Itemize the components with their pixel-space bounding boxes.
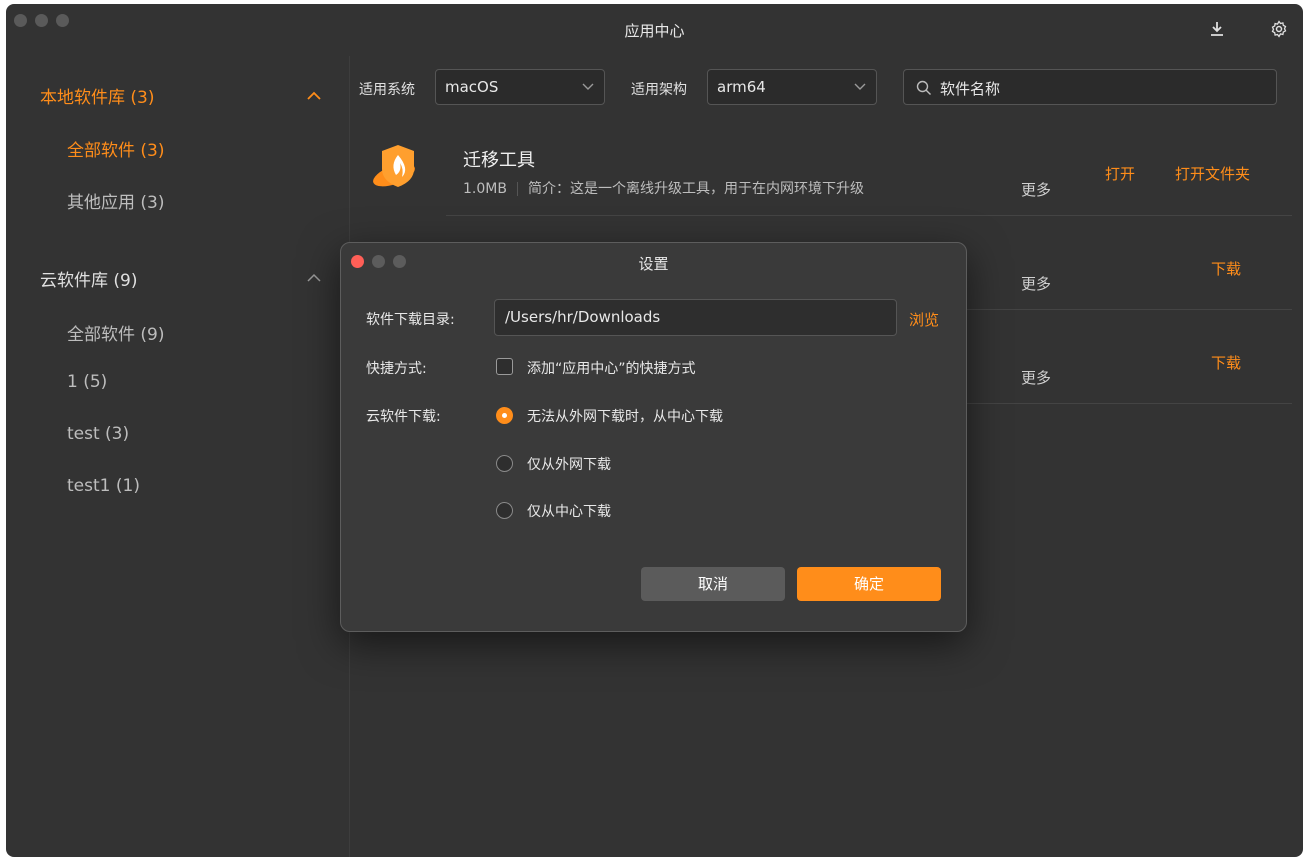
download-dir-input[interactable]: /Users/hr/Downloads (494, 299, 897, 336)
radio-center-only[interactable] (496, 502, 513, 519)
radio-external-only-label[interactable]: 仅从外网下载 (527, 454, 611, 474)
shortcut-checkbox[interactable] (496, 358, 513, 375)
cloud-library-header[interactable]: 云软件库 (9) (40, 266, 137, 291)
shortcut-label: 快捷方式: (366, 361, 427, 377)
gear-icon[interactable] (1268, 18, 1290, 40)
list-item (446, 124, 1292, 216)
search-placeholder: 软件名称 (940, 80, 1001, 98)
chevron-up-icon[interactable] (306, 272, 322, 284)
confirm-button[interactable]: 确定 (797, 567, 941, 601)
radio-external-only[interactable] (496, 455, 513, 472)
local-library-header[interactable]: 本地软件库 (3) (40, 83, 154, 108)
search-icon (916, 80, 931, 95)
cancel-button[interactable]: 取消 (641, 567, 785, 601)
divider (516, 182, 518, 196)
app-meta: 1.0MB 简介：这是一个离线升级工具，用于在内网环境下升级 (463, 178, 864, 198)
download-icon[interactable] (1206, 18, 1228, 40)
radio-fallback-center-label[interactable]: 无法从外网下载时，从中心下载 (527, 406, 723, 426)
cloud-download-label: 云软件下载: (366, 409, 441, 425)
migration-tool-logo-icon (373, 145, 415, 187)
sidebar-item-local-all[interactable]: 全部软件 (3) (67, 136, 164, 161)
title-bar: 应用中心 (6, 4, 1303, 56)
download-button[interactable]: 下载 (1211, 352, 1241, 373)
radio-center-only-label[interactable]: 仅从中心下载 (527, 501, 611, 521)
app-description: 简介：这是一个离线升级工具，用于在内网环境下升级 (527, 181, 864, 197)
sidebar-item-cloud-1[interactable]: 1 (5) (67, 372, 107, 392)
open-folder-button[interactable]: 打开文件夹 (1175, 163, 1250, 184)
system-select-value: macOS (445, 78, 499, 96)
radio-fallback-center[interactable] (496, 407, 513, 424)
search-input[interactable]: 软件名称 (903, 69, 1277, 105)
more-button[interactable]: 更多 (1021, 273, 1051, 294)
sidebar: 本地软件库 (3) 全部软件 (3) 其他应用 (3) 云软件库 (9) 全部软… (6, 56, 350, 857)
chevron-up-icon[interactable] (306, 90, 322, 102)
open-button[interactable]: 打开 (1105, 163, 1135, 184)
window-title: 应用中心 (624, 22, 685, 40)
browse-button[interactable]: 浏览 (909, 309, 939, 330)
system-filter-label: 适用系统 (359, 82, 415, 98)
settings-dialog: 设置 软件下载目录: /Users/hr/Downloads 浏览 快捷方式: … (340, 242, 967, 632)
shortcut-option-label[interactable]: 添加“应用中心”的快捷方式 (527, 358, 696, 378)
sidebar-item-cloud-all[interactable]: 全部软件 (9) (67, 320, 164, 345)
app-window: 应用中心 本地软件库 (3) 全部软件 (3) 其他应用 (3) 云软件库 (9… (6, 4, 1303, 857)
sidebar-item-cloud-test[interactable]: test (3) (67, 424, 129, 444)
arch-filter-label: 适用架构 (631, 82, 687, 98)
sidebar-item-local-other[interactable]: 其他应用 (3) (67, 188, 164, 213)
more-button[interactable]: 更多 (1021, 367, 1051, 388)
more-button[interactable]: 更多 (1021, 179, 1051, 200)
download-button[interactable]: 下载 (1211, 258, 1241, 279)
sidebar-item-cloud-test1[interactable]: test1 (1) (67, 476, 140, 496)
chevron-down-icon (854, 83, 866, 90)
arch-select-value: arm64 (717, 78, 766, 96)
download-dir-label: 软件下载目录: (366, 312, 455, 328)
chevron-down-icon (582, 83, 594, 90)
app-name: 迁移工具 (463, 150, 535, 171)
arch-select[interactable]: arm64 (707, 69, 877, 105)
dialog-title: 设置 (638, 255, 669, 273)
system-select[interactable]: macOS (435, 69, 605, 105)
app-size: 1.0MB (463, 181, 507, 197)
